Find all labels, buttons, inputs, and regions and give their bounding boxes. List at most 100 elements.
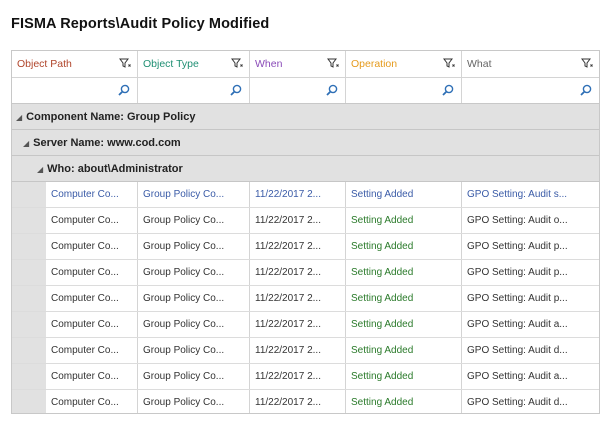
cell-object-path: Computer Co... bbox=[51, 319, 119, 330]
cell-operation: Setting Added bbox=[351, 345, 414, 356]
search-icon[interactable] bbox=[442, 84, 454, 96]
group-row-server[interactable]: ◢ Server Name: www.cod.com bbox=[12, 130, 599, 156]
collapse-triangle-icon[interactable]: ◢ bbox=[37, 165, 43, 174]
row-gutter bbox=[12, 364, 46, 389]
column-header-label: Object Type bbox=[143, 58, 199, 70]
report-grid: Object Path Object Type When Operation W… bbox=[11, 50, 600, 414]
table-row[interactable]: Computer Co... Group Policy Co... 11/22/… bbox=[12, 312, 599, 338]
cell-object-type: Group Policy Co... bbox=[143, 319, 225, 330]
cell-operation: Setting Added bbox=[351, 241, 414, 252]
column-header-label: What bbox=[467, 58, 492, 70]
column-header-label: When bbox=[255, 58, 283, 70]
column-header-operation[interactable]: Operation bbox=[346, 51, 462, 77]
search-icon[interactable] bbox=[326, 84, 338, 96]
table-row[interactable]: Computer Co... Group Policy Co... 11/22/… bbox=[12, 286, 599, 312]
table-row[interactable]: Computer Co... Group Policy Co... 11/22/… bbox=[12, 260, 599, 286]
row-gutter bbox=[12, 260, 46, 285]
column-header-label: Operation bbox=[351, 58, 398, 70]
search-icon[interactable] bbox=[230, 84, 242, 96]
cell-what: GPO Setting: Audit p... bbox=[467, 267, 568, 278]
cell-when: 11/22/2017 2... bbox=[255, 371, 321, 382]
column-header-when[interactable]: When bbox=[250, 51, 346, 77]
cell-object-path: Computer Co... bbox=[51, 267, 119, 278]
cell-what: GPO Setting: Audit p... bbox=[467, 241, 568, 252]
row-gutter bbox=[12, 338, 46, 363]
cell-when: 11/22/2017 2... bbox=[255, 189, 321, 200]
row-gutter bbox=[12, 312, 46, 337]
cell-operation: Setting Added bbox=[351, 267, 414, 278]
filter-input-operation[interactable] bbox=[346, 78, 462, 103]
row-gutter bbox=[12, 208, 46, 233]
cell-object-type: Group Policy Co... bbox=[143, 397, 225, 408]
column-header-row: Object Path Object Type When Operation W… bbox=[12, 51, 599, 78]
cell-when: 11/22/2017 2... bbox=[255, 397, 321, 408]
cell-object-path: Computer Co... bbox=[51, 215, 119, 226]
cell-what: GPO Setting: Audit d... bbox=[467, 397, 568, 408]
cell-operation: Setting Added bbox=[351, 397, 414, 408]
cell-what: GPO Setting: Audit d... bbox=[467, 345, 568, 356]
table-row[interactable]: Computer Co... Group Policy Co... 11/22/… bbox=[12, 234, 599, 260]
cell-operation: Setting Added bbox=[351, 189, 414, 200]
cell-object-type: Group Policy Co... bbox=[143, 241, 225, 252]
cell-what: GPO Setting: Audit a... bbox=[467, 371, 568, 382]
cell-object-path: Computer Co... bbox=[51, 189, 119, 200]
cell-when: 11/22/2017 2... bbox=[255, 267, 321, 278]
search-icon[interactable] bbox=[580, 84, 592, 96]
filter-icon[interactable] bbox=[119, 57, 131, 69]
column-header-object-type[interactable]: Object Type bbox=[138, 51, 250, 77]
column-header-label: Object Path bbox=[17, 58, 72, 70]
row-gutter bbox=[12, 182, 46, 207]
group-row-who[interactable]: ◢ Who: about\Administrator bbox=[12, 156, 599, 182]
cell-when: 11/22/2017 2... bbox=[255, 293, 321, 304]
table-row[interactable]: Computer Co... Group Policy Co... 11/22/… bbox=[12, 208, 599, 234]
search-icon[interactable] bbox=[118, 84, 130, 96]
collapse-triangle-icon[interactable]: ◢ bbox=[23, 139, 29, 148]
row-gutter bbox=[12, 390, 46, 413]
cell-object-path: Computer Co... bbox=[51, 371, 119, 382]
cell-operation: Setting Added bbox=[351, 293, 414, 304]
cell-what: GPO Setting: Audit o... bbox=[467, 215, 568, 226]
group-label: Server Name: www.cod.com bbox=[33, 137, 181, 149]
cell-object-type: Group Policy Co... bbox=[143, 189, 225, 200]
row-gutter bbox=[12, 234, 46, 259]
table-row[interactable]: Computer Co... Group Policy Co... 11/22/… bbox=[12, 182, 599, 208]
cell-what: GPO Setting: Audit a... bbox=[467, 319, 568, 330]
cell-operation: Setting Added bbox=[351, 215, 414, 226]
cell-object-path: Computer Co... bbox=[51, 397, 119, 408]
cell-when: 11/22/2017 2... bbox=[255, 345, 321, 356]
filter-input-object-type[interactable] bbox=[138, 78, 250, 103]
cell-object-type: Group Policy Co... bbox=[143, 267, 225, 278]
table-row[interactable]: Computer Co... Group Policy Co... 11/22/… bbox=[12, 390, 599, 413]
data-rows: Computer Co... Group Policy Co... 11/22/… bbox=[12, 182, 599, 413]
cell-object-path: Computer Co... bbox=[51, 345, 119, 356]
cell-what: GPO Setting: Audit s... bbox=[467, 189, 568, 200]
filter-icon[interactable] bbox=[327, 57, 339, 69]
filter-row bbox=[12, 78, 599, 104]
group-label: Component Name: Group Policy bbox=[26, 111, 196, 123]
cell-when: 11/22/2017 2... bbox=[255, 215, 321, 226]
cell-object-path: Computer Co... bbox=[51, 241, 119, 252]
group-label: Who: about\Administrator bbox=[47, 163, 183, 175]
filter-input-when[interactable] bbox=[250, 78, 346, 103]
cell-object-type: Group Policy Co... bbox=[143, 345, 225, 356]
cell-what: GPO Setting: Audit p... bbox=[467, 293, 568, 304]
report-title: FISMA Reports\Audit Policy Modified bbox=[11, 16, 270, 32]
table-row[interactable]: Computer Co... Group Policy Co... 11/22/… bbox=[12, 338, 599, 364]
cell-operation: Setting Added bbox=[351, 319, 414, 330]
cell-object-type: Group Policy Co... bbox=[143, 371, 225, 382]
cell-object-type: Group Policy Co... bbox=[143, 293, 225, 304]
group-row-component[interactable]: ◢ Component Name: Group Policy bbox=[12, 104, 599, 130]
column-header-what[interactable]: What bbox=[462, 51, 599, 77]
cell-object-path: Computer Co... bbox=[51, 293, 119, 304]
column-header-object-path[interactable]: Object Path bbox=[12, 51, 138, 77]
table-row[interactable]: Computer Co... Group Policy Co... 11/22/… bbox=[12, 364, 599, 390]
cell-when: 11/22/2017 2... bbox=[255, 319, 321, 330]
cell-operation: Setting Added bbox=[351, 371, 414, 382]
collapse-triangle-icon[interactable]: ◢ bbox=[16, 113, 22, 122]
filter-input-object-path[interactable] bbox=[12, 78, 138, 103]
filter-icon[interactable] bbox=[443, 57, 455, 69]
filter-icon[interactable] bbox=[231, 57, 243, 69]
filter-input-what[interactable] bbox=[462, 78, 599, 103]
filter-icon[interactable] bbox=[581, 57, 593, 69]
row-gutter bbox=[12, 286, 46, 311]
